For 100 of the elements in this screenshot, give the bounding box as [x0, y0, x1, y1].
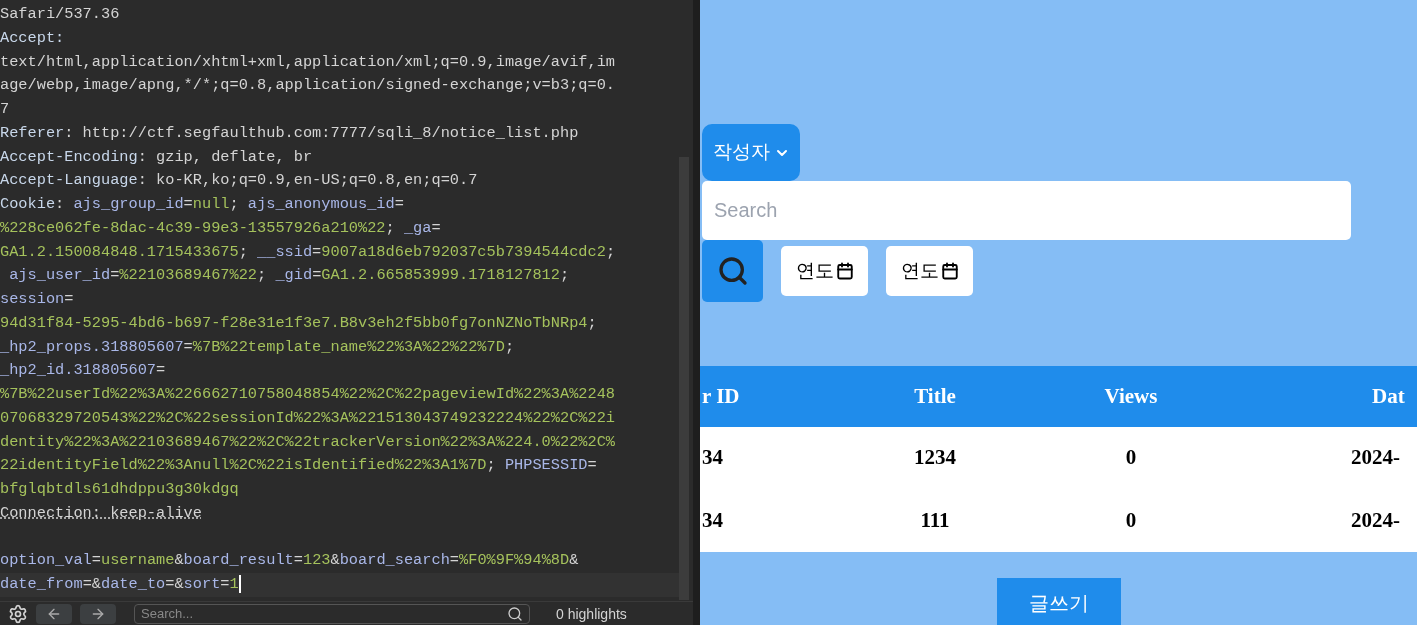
table-cell-text: 34	[701, 506, 724, 534]
code-token: =	[449, 551, 460, 570]
code-token: 123	[302, 551, 331, 570]
code-token: %7B%22userId%22%3A%226662710758048854%22%2C%22pageviewId%22%3A%2248	[0, 385, 616, 403]
column-header: Dat	[1371, 382, 1406, 410]
code-token: =	[156, 361, 166, 380]
table-cell-text: 0	[1124, 506, 1138, 534]
code-token: =	[312, 266, 322, 285]
code-token: ;	[560, 266, 570, 285]
code-token: Referer	[0, 123, 65, 142]
code-token: =	[183, 337, 193, 356]
code-token: ;	[257, 266, 268, 285]
code-token: =	[91, 551, 101, 570]
code-token: _hp2_id.318805607	[0, 361, 157, 380]
search-icon	[507, 605, 523, 622]
code-token: Safari/537.36	[0, 5, 120, 23]
table-cell-text: 0	[1124, 444, 1138, 472]
date-input[interactable]: 연도	[886, 245, 973, 296]
code-token: board_search	[339, 551, 450, 570]
search-icon	[716, 254, 749, 287]
code-token: dentity%22%3A%22103689467%22%2C%22trackerVersion%22%3A%224.0%22%2C%	[0, 432, 616, 451]
code-token: =	[587, 456, 597, 475]
code-token: ajs_anonymous_id	[247, 195, 395, 213]
table-cell-text: 2024-	[1350, 444, 1401, 472]
code-token: =	[220, 575, 230, 593]
code-token: ;	[486, 456, 497, 475]
column-header: r ID	[701, 382, 741, 410]
search-input[interactable]: Search	[702, 181, 1351, 240]
code-token: Accept-Language	[0, 171, 138, 190]
code-token: board_result	[183, 551, 294, 570]
code-token: =&	[165, 575, 184, 593]
code-token: 1	[229, 575, 239, 593]
code-token: age/webp,image/apng,*/*;q=0.8,application/signed-exchange;v=b3;q=0.	[0, 76, 616, 95]
code-token: ajs_group_id	[73, 195, 184, 213]
column-header: Title	[913, 382, 957, 410]
table-cell-text: 1234	[913, 444, 957, 472]
code-token: ajs_user_id	[8, 266, 111, 285]
code-token: 07068329720543%22%2C%22sessionId%22%3A%221513043749232224%22%2C%22i	[0, 408, 616, 427]
code-token: %22103689467%22	[119, 266, 258, 285]
code-token: 22identityField%22%3Anull%2C%22isIdentified%22%3A1%7D	[0, 456, 487, 475]
code-token: text/html,application/xhtml+xml,application/xml;q=0.9,image/avif,im	[0, 52, 616, 71]
code-token: Accept:	[0, 28, 65, 47]
code-token: Cookie	[0, 195, 56, 213]
code-token: : gzip, deflate, br	[137, 147, 313, 166]
date-input[interactable]: 연도	[781, 245, 868, 296]
code-token: =	[312, 242, 322, 261]
code-token: date_from	[0, 575, 83, 593]
code-token: &	[569, 551, 579, 570]
settings-icon[interactable]	[8, 603, 28, 624]
code-token: =	[394, 195, 404, 213]
code-token: =	[110, 266, 120, 285]
code-token: =	[183, 195, 193, 213]
code-token: bfglqbtdls61dhdppu3g30kdgq	[0, 480, 239, 498]
forward-button[interactable]	[80, 603, 116, 624]
code-token: ;	[238, 242, 249, 261]
code-token: PHPSESSID	[504, 456, 588, 475]
code-token: __ssid	[257, 242, 313, 261]
code-token: Accept-Encoding	[0, 147, 138, 166]
code-token: &	[174, 551, 184, 570]
code-token: username	[101, 551, 175, 570]
code-token: _hp2_props.318805607	[0, 337, 184, 356]
code-token: =&	[82, 575, 101, 593]
code-token: =	[293, 551, 303, 570]
code-token: &	[330, 551, 340, 570]
code-token: %228ce062fe-8dac-4c39-99e3-13557926a210%22	[0, 218, 386, 237]
code-token: _ga	[403, 218, 432, 237]
calendar-icon	[835, 261, 854, 280]
search-button[interactable]	[702, 239, 763, 302]
code-token: 9007a18d6eb792037c5b7394544cdc2	[321, 242, 606, 261]
code-token: : ko-KR,ko;q=0.9,en-US;q=0.8,en;q=0.7	[137, 171, 478, 190]
code-token: ;	[587, 313, 597, 332]
code-token: =	[64, 290, 74, 308]
back-button[interactable]	[36, 603, 72, 624]
code-token: ;	[605, 242, 616, 261]
calendar-icon	[940, 261, 959, 280]
code-token: GA1.2.150084848.1715433675	[0, 242, 239, 261]
text-cursor	[238, 574, 241, 593]
code-token: date_to	[101, 575, 166, 593]
code-token: ;	[229, 195, 240, 213]
code-token: null	[192, 195, 230, 213]
code-token: sort	[183, 575, 221, 593]
code-token: 94d31f84-5295-4bd6-b697-f28e31e1f3e7.B8v3eh2f5bb0fg7onNZNoTbNRp4	[0, 313, 588, 332]
code-token: _gid	[275, 266, 313, 285]
highlight-count: 0 highlights	[556, 604, 627, 624]
code-token: =	[431, 218, 441, 237]
code-token: ;	[385, 218, 396, 237]
table-cell-text: 111	[919, 506, 951, 534]
code-token: :	[55, 195, 66, 213]
table-cell-text: 2024-	[1350, 506, 1401, 534]
table-cell-text: 34	[701, 444, 724, 472]
code-token: %7B%22template_name%22%3A%22%22%7D	[192, 337, 505, 356]
code-token: 7	[0, 100, 10, 118]
column-header: Views	[1103, 382, 1159, 410]
code-token: %F0%9F%94%8D	[459, 551, 570, 570]
code-token: ;	[504, 337, 515, 356]
code-token: GA1.2.665853999.1718127812	[321, 266, 560, 285]
code-token: session	[0, 290, 65, 308]
code-token: Connection: keep-alive	[0, 503, 202, 522]
code-token: : http://ctf.segfaulthub.com:7777/sqli_8/notice_list.php	[64, 123, 579, 142]
code-token: option_val	[0, 551, 92, 570]
